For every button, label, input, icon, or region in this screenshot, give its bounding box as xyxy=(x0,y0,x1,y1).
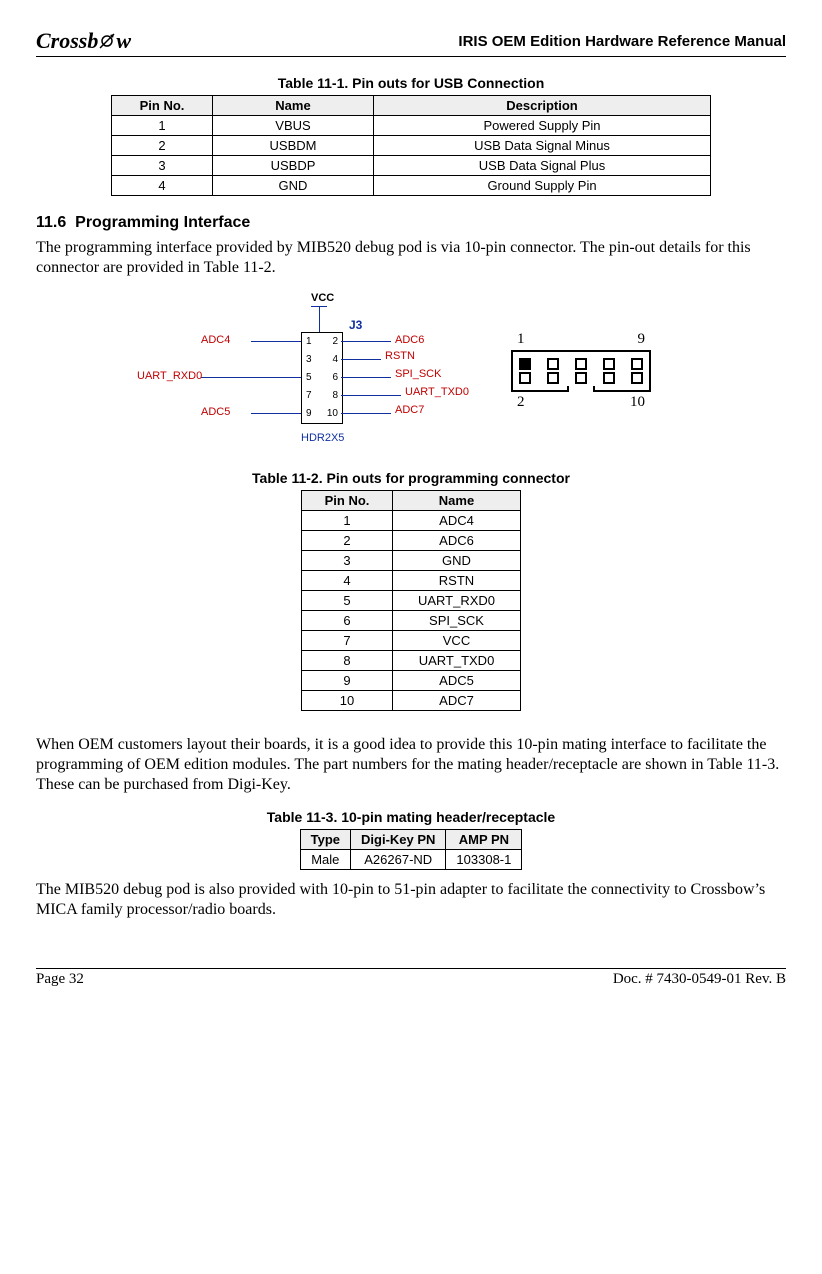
paragraph-1: The programming interface provided by MI… xyxy=(36,238,786,278)
paragraph-3: The MIB520 debug pod is also provided wi… xyxy=(36,880,786,920)
logo-text-2: w xyxy=(116,28,131,53)
table-row: 7VCC xyxy=(302,631,521,651)
pin-icon xyxy=(603,372,615,384)
lbl-adc5: ADC5 xyxy=(201,406,230,418)
paragraph-2: When OEM customers layout their boards, … xyxy=(36,735,786,795)
table-row: 2ADC6 xyxy=(302,531,521,551)
connector-box xyxy=(511,350,651,392)
table-usb-pinout: Pin No. Name Description 1VBUSPowered Su… xyxy=(111,95,711,196)
table-row: 4GNDGround Supply Pin xyxy=(112,176,711,196)
table3-h1: Digi-Key PN xyxy=(351,830,446,850)
table-row: 6SPI_SCK xyxy=(302,611,521,631)
page-header: Crossbw IRIS OEM Edition Hardware Refere… xyxy=(36,28,786,57)
logo: Crossbw xyxy=(36,28,131,54)
conn-pin-10: 10 xyxy=(630,394,645,411)
pin-icon xyxy=(575,358,587,370)
table-row: 10ADC7 xyxy=(302,691,521,711)
pin-icon xyxy=(519,372,531,384)
table-mating-header: Type Digi-Key PN AMP PN Male A26267-ND 1… xyxy=(300,829,523,870)
j3-label: J3 xyxy=(349,318,362,332)
doc-number: Doc. # 7430-0549-01 Rev. B xyxy=(613,971,786,988)
table-row: 3GND xyxy=(302,551,521,571)
table1-h2: Description xyxy=(374,96,711,116)
header-box: 12 34 56 78 910 xyxy=(301,332,343,424)
conn-pin-1: 1 xyxy=(517,331,525,348)
section-heading: 11.6 Programming Interface xyxy=(36,214,786,232)
table2-caption: Table 11-2. Pin outs for programming con… xyxy=(36,470,786,486)
table-row: 9ADC5 xyxy=(302,671,521,691)
table1-h1: Name xyxy=(213,96,374,116)
table-row: 5UART_RXD0 xyxy=(302,591,521,611)
conn-pin-2: 2 xyxy=(517,394,525,411)
conn-pin-9: 9 xyxy=(638,331,646,348)
lbl-uart-rxd0: UART_RXD0 xyxy=(137,370,202,382)
page-footer: Page 32 Doc. # 7430-0549-01 Rev. B xyxy=(36,968,786,988)
table-programming-pinout: Pin No. Name 1ADC4 2ADC6 3GND 4RSTN 5UAR… xyxy=(301,490,521,711)
pin-icon xyxy=(547,358,559,370)
table-row: Male A26267-ND 103308-1 xyxy=(300,850,522,870)
table-row: 1ADC4 xyxy=(302,511,521,531)
schematic-footer: HDR2X5 xyxy=(301,432,344,444)
table3-caption: Table 11-3. 10-pin mating header/recepta… xyxy=(36,809,786,825)
pin-icon xyxy=(631,358,643,370)
table1-caption: Table 11-1. Pin outs for USB Connection xyxy=(36,75,786,91)
figure-row: VCC J3 12 34 56 78 910 ADC4 UART_RXD0 AD… xyxy=(36,292,786,452)
schematic-figure: VCC J3 12 34 56 78 910 ADC4 UART_RXD0 AD… xyxy=(171,292,451,452)
table-row: 1VBUSPowered Supply Pin xyxy=(112,116,711,136)
lbl-adc4: ADC4 xyxy=(201,334,230,346)
pin-icon xyxy=(519,358,531,370)
table3-h2: AMP PN xyxy=(446,830,522,850)
lbl-rstn: RSTN xyxy=(385,350,415,362)
lbl-uart-txd0: UART_TXD0 xyxy=(405,386,469,398)
logo-arrow-icon xyxy=(98,28,116,54)
connector-notch-icon xyxy=(567,386,595,392)
document-title: IRIS OEM Edition Hardware Reference Manu… xyxy=(458,33,786,50)
section-number: 11.6 xyxy=(36,214,66,231)
table-row: 4RSTN xyxy=(302,571,521,591)
table-row: 2USBDMUSB Data Signal Minus xyxy=(112,136,711,156)
pin-icon xyxy=(631,372,643,384)
table2-h1: Name xyxy=(393,491,521,511)
lbl-adc7: ADC7 xyxy=(395,404,424,416)
table3-h0: Type xyxy=(300,830,350,850)
table-row: 3USBDPUSB Data Signal Plus xyxy=(112,156,711,176)
lbl-adc6: ADC6 xyxy=(395,334,424,346)
lbl-spi-sck: SPI_SCK xyxy=(395,368,441,380)
pin-icon xyxy=(603,358,615,370)
table2-h0: Pin No. xyxy=(302,491,393,511)
vcc-line xyxy=(319,306,320,332)
table-row: 8UART_TXD0 xyxy=(302,651,521,671)
section-title: Programming Interface xyxy=(75,214,250,231)
pin-icon xyxy=(547,372,559,384)
page-number: Page 32 xyxy=(36,971,84,988)
table1-h0: Pin No. xyxy=(112,96,213,116)
vcc-label: VCC xyxy=(311,292,334,304)
connector-figure: 1 9 2 10 xyxy=(511,331,651,413)
pin-icon xyxy=(575,372,587,384)
logo-text-1: Crossb xyxy=(36,28,98,53)
